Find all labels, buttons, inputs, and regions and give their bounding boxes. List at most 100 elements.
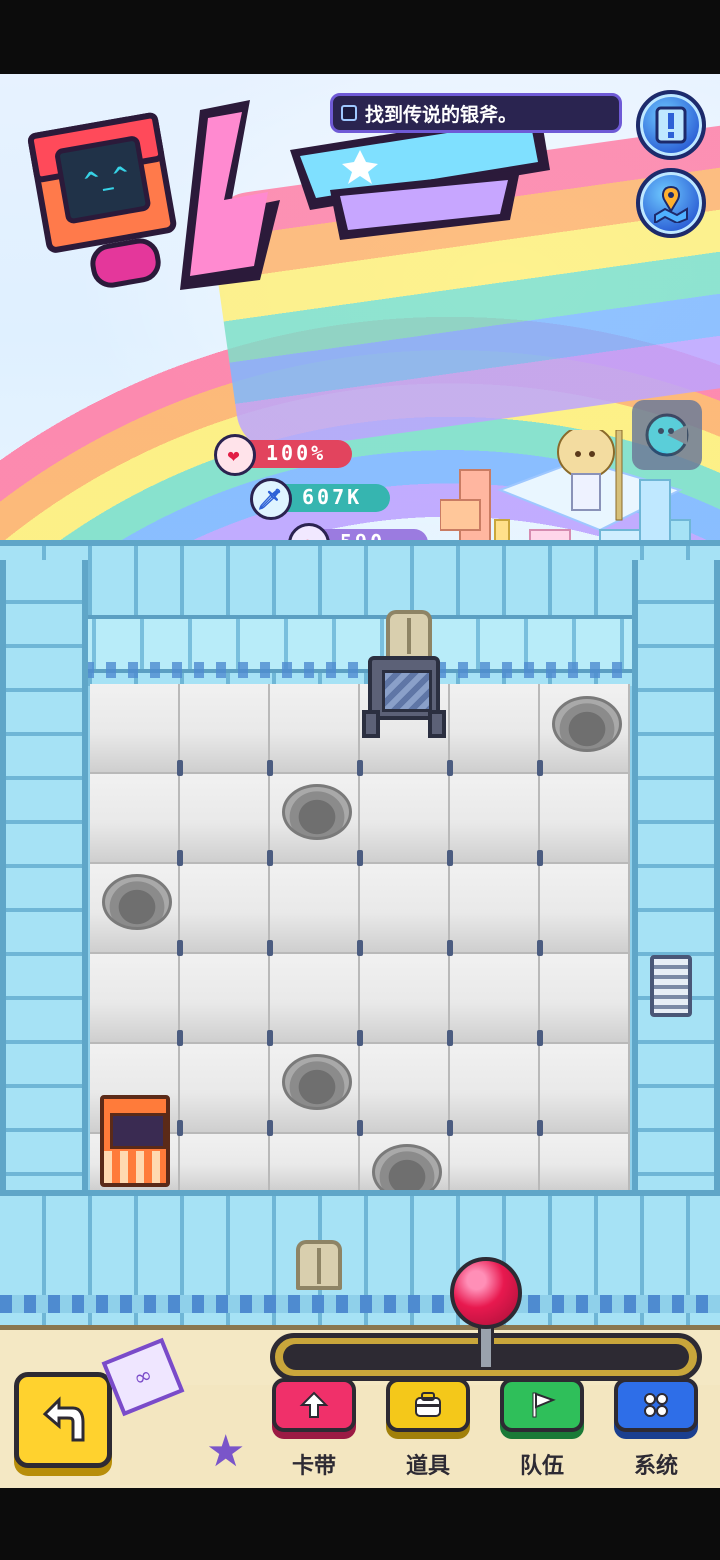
back-button[interactable] <box>14 1372 112 1468</box>
arcade-screen <box>110 1113 166 1149</box>
floor-pin <box>537 1030 543 1046</box>
quest-text: 找到传说的银斧。 <box>365 103 518 126</box>
arcade-stripe <box>104 1151 166 1183</box>
floor-tile[interactable] <box>540 954 630 1044</box>
floor-tile[interactable] <box>450 954 540 1044</box>
floor-tile[interactable] <box>360 954 450 1044</box>
floor-pin <box>267 1120 273 1136</box>
game-screen: ^_^ 找到传说的银斧。 ❤ 100% 🗡 607K ∞ ★ 卡带 道具 队伍 … <box>0 0 720 1560</box>
dungeon-left-wall <box>0 560 88 1200</box>
floor-pin <box>177 850 183 866</box>
floor-pin <box>447 940 453 956</box>
cartridge-label: 卡带 <box>291 1454 336 1479</box>
floor-tile[interactable] <box>270 864 360 954</box>
warp-portal[interactable] <box>362 650 446 740</box>
arrow-up-icon <box>299 1391 329 1418</box>
ladder-icon[interactable] <box>650 955 692 1017</box>
floor-hole[interactable] <box>552 696 622 752</box>
floor-pin <box>177 940 183 956</box>
floor-pin <box>357 940 363 956</box>
floor-tile[interactable] <box>180 1134 270 1192</box>
floor-tile[interactable] <box>450 774 540 864</box>
floor-pin <box>177 760 183 776</box>
floor-pin <box>267 1030 273 1046</box>
floor-tile[interactable] <box>540 864 630 954</box>
dungeon-right-wall <box>632 560 720 1200</box>
floor-pin <box>537 760 543 776</box>
tv-face-icon: ^_^ <box>80 162 133 196</box>
game-logo-tv-mascot: ^_^ <box>2 84 178 291</box>
floor-pin <box>267 760 273 776</box>
floor-tile[interactable] <box>180 954 270 1044</box>
team-button[interactable] <box>500 1378 584 1432</box>
items-button[interactable] <box>386 1378 470 1432</box>
map-pin-icon <box>654 185 688 223</box>
notice-button[interactable] <box>636 90 706 160</box>
floor-tile[interactable] <box>360 864 450 954</box>
floor-tile[interactable] <box>540 1134 630 1192</box>
floor-tile[interactable] <box>180 774 270 864</box>
floor-pin <box>177 1030 183 1046</box>
hp-stat: ❤ 100% <box>214 434 352 476</box>
navigation-bar <box>0 1488 720 1560</box>
floor-pin <box>267 850 273 866</box>
exclamation-icon <box>655 106 687 144</box>
bag-icon <box>415 1392 441 1417</box>
floor-tile[interactable] <box>180 864 270 954</box>
floor-tile[interactable] <box>540 1044 630 1134</box>
floor-pin <box>357 850 363 866</box>
team-label: 队伍 <box>519 1454 564 1479</box>
floor-tile[interactable] <box>540 774 630 864</box>
floor-tile[interactable] <box>450 684 540 774</box>
floor-tile[interactable] <box>450 864 540 954</box>
floor-tile[interactable] <box>90 684 180 774</box>
attack-stat: 🗡 607K <box>250 478 390 520</box>
floor-pin <box>177 1120 183 1136</box>
floor-pin <box>537 940 543 956</box>
floor-pin <box>357 1120 363 1136</box>
back-arrow-icon <box>42 1396 85 1442</box>
floor-pin <box>537 1120 543 1136</box>
bottom-door[interactable] <box>296 1240 342 1290</box>
dungeon-floor <box>90 684 630 1200</box>
attack-value: 607K <box>302 485 363 509</box>
tv-screen: ^_^ <box>53 134 152 225</box>
quest-checkbox-icon <box>341 105 357 121</box>
heart-icon: ❤ <box>214 434 256 476</box>
floor-tile[interactable] <box>450 1044 540 1134</box>
portal-leg <box>428 710 446 738</box>
portal-glass <box>382 670 432 712</box>
system-button[interactable] <box>614 1378 698 1432</box>
map-button[interactable] <box>636 168 706 238</box>
tv-body: ^_^ <box>26 111 178 255</box>
arcade-machine-icon[interactable] <box>100 1095 170 1187</box>
floor-tile[interactable] <box>90 774 180 864</box>
system-label: 系统 <box>633 1454 678 1479</box>
portal-leg <box>362 710 380 738</box>
floor-tile[interactable] <box>450 1134 540 1192</box>
floor-tile[interactable] <box>180 1044 270 1134</box>
floor-pin <box>447 1120 453 1136</box>
quest-banner[interactable]: 找到传说的银斧。 <box>330 93 622 133</box>
floor-tile[interactable] <box>270 684 360 774</box>
floor-pin <box>447 1030 453 1046</box>
floor-tile[interactable] <box>270 1134 360 1192</box>
floor-tile[interactable] <box>270 954 360 1044</box>
joystick-button[interactable] <box>450 1257 522 1329</box>
floor-tile[interactable] <box>90 954 180 1044</box>
flag-icon <box>532 1392 556 1418</box>
floor-pin <box>357 760 363 776</box>
floor-pin <box>357 1030 363 1046</box>
floor-tile[interactable] <box>360 774 450 864</box>
floor-hole[interactable] <box>282 1054 352 1110</box>
floor-tile[interactable] <box>360 1044 450 1134</box>
floor-tile[interactable] <box>180 684 270 774</box>
status-bar <box>0 0 720 74</box>
cartridge-button[interactable] <box>272 1378 356 1432</box>
floor-hole[interactable] <box>102 874 172 930</box>
dungeon-wall-trim <box>40 662 680 678</box>
items-label: 道具 <box>405 1454 450 1479</box>
floor-pin <box>447 760 453 776</box>
floor-hole[interactable] <box>282 784 352 840</box>
floor-pin <box>537 850 543 866</box>
